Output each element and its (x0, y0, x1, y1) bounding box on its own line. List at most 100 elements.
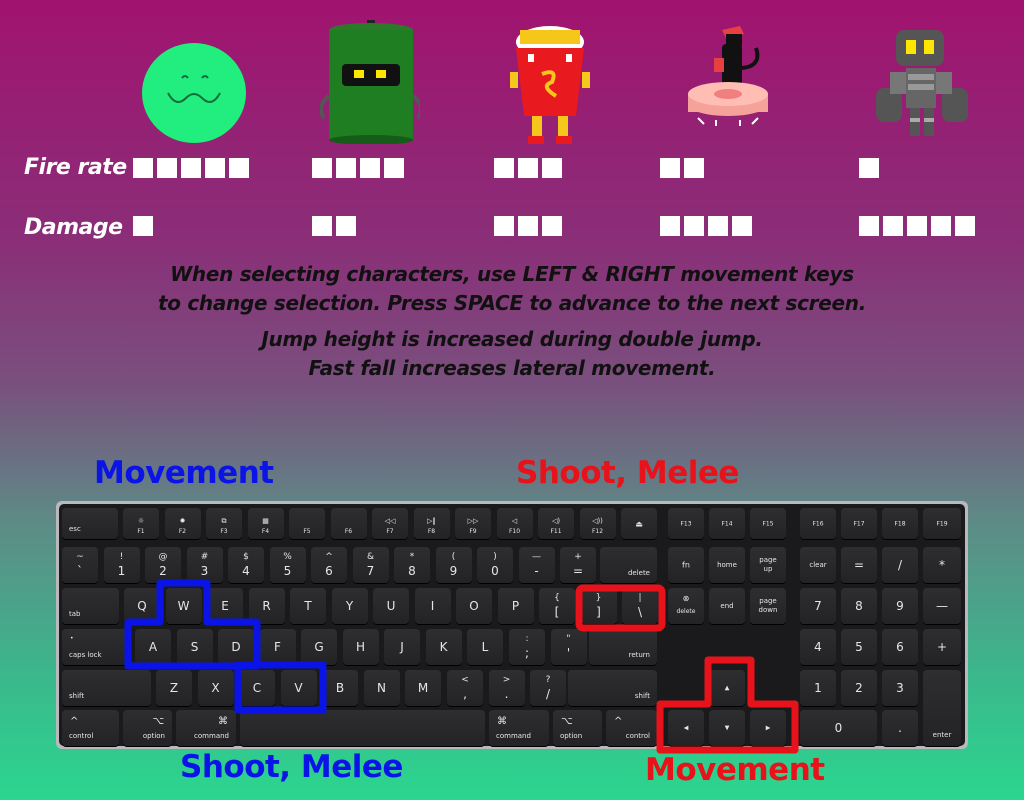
key-0[interactable]: ) 0 (477, 547, 513, 583)
key-f[interactable]: F (259, 629, 296, 665)
key-c[interactable]: C (239, 670, 275, 706)
key--[interactable]: — - (518, 547, 555, 583)
key-punct-0[interactable]: :; (509, 629, 545, 665)
key-7[interactable]: & 7 (352, 547, 389, 583)
numpad-2-key[interactable]: 2 (841, 670, 877, 706)
numpad-1-key[interactable]: 1 (800, 670, 836, 706)
right-option-key[interactable]: ⌥ option (553, 710, 602, 746)
key-3[interactable]: #3 (186, 547, 223, 583)
right-shift-key[interactable]: shift (568, 670, 657, 706)
fn-key[interactable]: fn (668, 547, 704, 583)
f1-key[interactable]: ☼ F1 (123, 508, 159, 539)
space-bar[interactable] (240, 710, 485, 746)
page-down-key[interactable]: page down (750, 588, 786, 624)
key-u[interactable]: U (373, 588, 409, 624)
f10-key[interactable]: ◁ F10 (496, 508, 533, 539)
key-n[interactable]: N (363, 670, 400, 706)
key-b[interactable]: B (322, 670, 358, 706)
f2-key[interactable]: ✹ F2 (164, 508, 201, 539)
key-8[interactable]: * 8 (394, 547, 430, 583)
key-v[interactable]: V (280, 670, 317, 706)
key-`[interactable]: ~ ` (62, 547, 98, 583)
forward-delete-key[interactable]: ⊗ delete (668, 588, 704, 624)
numpad-9-key[interactable]: 9 (882, 588, 918, 624)
key-p[interactable]: P (497, 588, 534, 624)
f4-key[interactable]: ▦ F4 (247, 508, 284, 539)
numpad-equals-key[interactable]: = (841, 547, 877, 583)
page-up-key[interactable]: page up (750, 547, 786, 583)
left-shift-key[interactable]: shift (62, 670, 151, 706)
key-o[interactable]: O (456, 588, 492, 624)
key-t[interactable]: T (290, 588, 326, 624)
key-e[interactable]: E (207, 588, 243, 624)
tab-key[interactable]: tab (62, 588, 119, 624)
return-key[interactable]: return (589, 629, 657, 665)
numpad-decimal-key[interactable]: . (882, 710, 918, 746)
f9-key[interactable]: ▷▷ F9 (455, 508, 491, 539)
arrow-right-key[interactable]: ▶ (750, 710, 786, 746)
arrow-up-key[interactable]: ▲ (709, 670, 745, 706)
f3-key[interactable]: ⧉ F3 (206, 508, 242, 539)
key-d[interactable]: D (218, 629, 254, 665)
f8-key[interactable]: ▷‖ F8 (413, 508, 450, 539)
key-2[interactable]: @2 (145, 547, 181, 583)
numpad-6-key[interactable]: 6 (882, 629, 918, 665)
key-zsym-2[interactable]: ? / (530, 670, 566, 706)
key-s[interactable]: S (176, 629, 213, 665)
delete-key[interactable]: delete (600, 547, 657, 583)
f12-key[interactable]: ◁)) F12 (579, 508, 616, 539)
key-9[interactable]: (9 (435, 547, 472, 583)
f5-key[interactable]: F5 (289, 508, 325, 539)
key-z[interactable]: Z (156, 670, 192, 706)
left-option-key[interactable]: ⌥ option (123, 710, 172, 746)
key-q[interactable]: Q (124, 588, 160, 624)
key-=[interactable]: + = (560, 547, 596, 583)
key-punct-1[interactable]: " ' (550, 629, 587, 665)
left-command-key[interactable]: ⌘ command (176, 710, 236, 746)
f15-key[interactable]: F15 (750, 508, 786, 539)
arrow-down-key[interactable]: ▼ (709, 710, 745, 746)
key-l[interactable]: L (467, 629, 503, 665)
key-k[interactable]: K (425, 629, 462, 665)
left-control-key[interactable]: ^ control (62, 710, 119, 746)
f18-key[interactable]: F18 (882, 508, 918, 539)
key-zsym-0[interactable]: <, (447, 670, 483, 706)
end-key[interactable]: end (709, 588, 745, 624)
numpad-multiply-key[interactable]: * (923, 547, 961, 583)
key-w[interactable]: W (165, 588, 202, 624)
numpad-5-key[interactable]: 5 (841, 629, 877, 665)
numpad-3-key[interactable]: 3 (882, 670, 918, 706)
arrow-left-key[interactable]: ◀ (668, 710, 704, 746)
key-bracket-1[interactable]: }] (580, 588, 617, 624)
key-5[interactable]: % 5 (269, 547, 306, 583)
eject-key[interactable]: ⏏ (621, 508, 657, 539)
numpad-0-key[interactable]: 0 (800, 710, 877, 746)
f13-key[interactable]: F13 (668, 508, 704, 539)
f19-key[interactable]: F19 (923, 508, 961, 539)
f6-key[interactable]: F6 (330, 508, 367, 539)
numpad-minus-key[interactable]: — (923, 588, 961, 624)
f11-key[interactable]: ◁) F11 (538, 508, 574, 539)
f17-key[interactable]: F17 (841, 508, 877, 539)
numpad-enter-key[interactable]: enter (923, 670, 961, 746)
key-m[interactable]: M (405, 670, 441, 706)
key-a[interactable]: A (135, 629, 171, 665)
key-bracket-2[interactable]: | \ (622, 588, 658, 624)
home-key[interactable]: home (709, 547, 745, 583)
numpad-4-key[interactable]: 4 (800, 629, 836, 665)
f16-key[interactable]: F16 (800, 508, 836, 539)
key-zsym-1[interactable]: >. (488, 670, 525, 706)
clear-key[interactable]: clear (800, 547, 836, 583)
key-1[interactable]: ! 1 (103, 547, 140, 583)
key-4[interactable]: $4 (228, 547, 264, 583)
key-h[interactable]: H (342, 629, 379, 665)
f14-key[interactable]: F14 (709, 508, 745, 539)
key-r[interactable]: R (248, 588, 285, 624)
numpad-divide-key[interactable]: / (882, 547, 918, 583)
esc-key[interactable]: esc (62, 508, 118, 539)
key-j[interactable]: J (384, 629, 420, 665)
key-bracket-0[interactable]: {[ (539, 588, 575, 624)
right-control-key[interactable]: ^ control (606, 710, 657, 746)
key-i[interactable]: I (414, 588, 451, 624)
key-6[interactable]: ^ 6 (311, 547, 347, 583)
